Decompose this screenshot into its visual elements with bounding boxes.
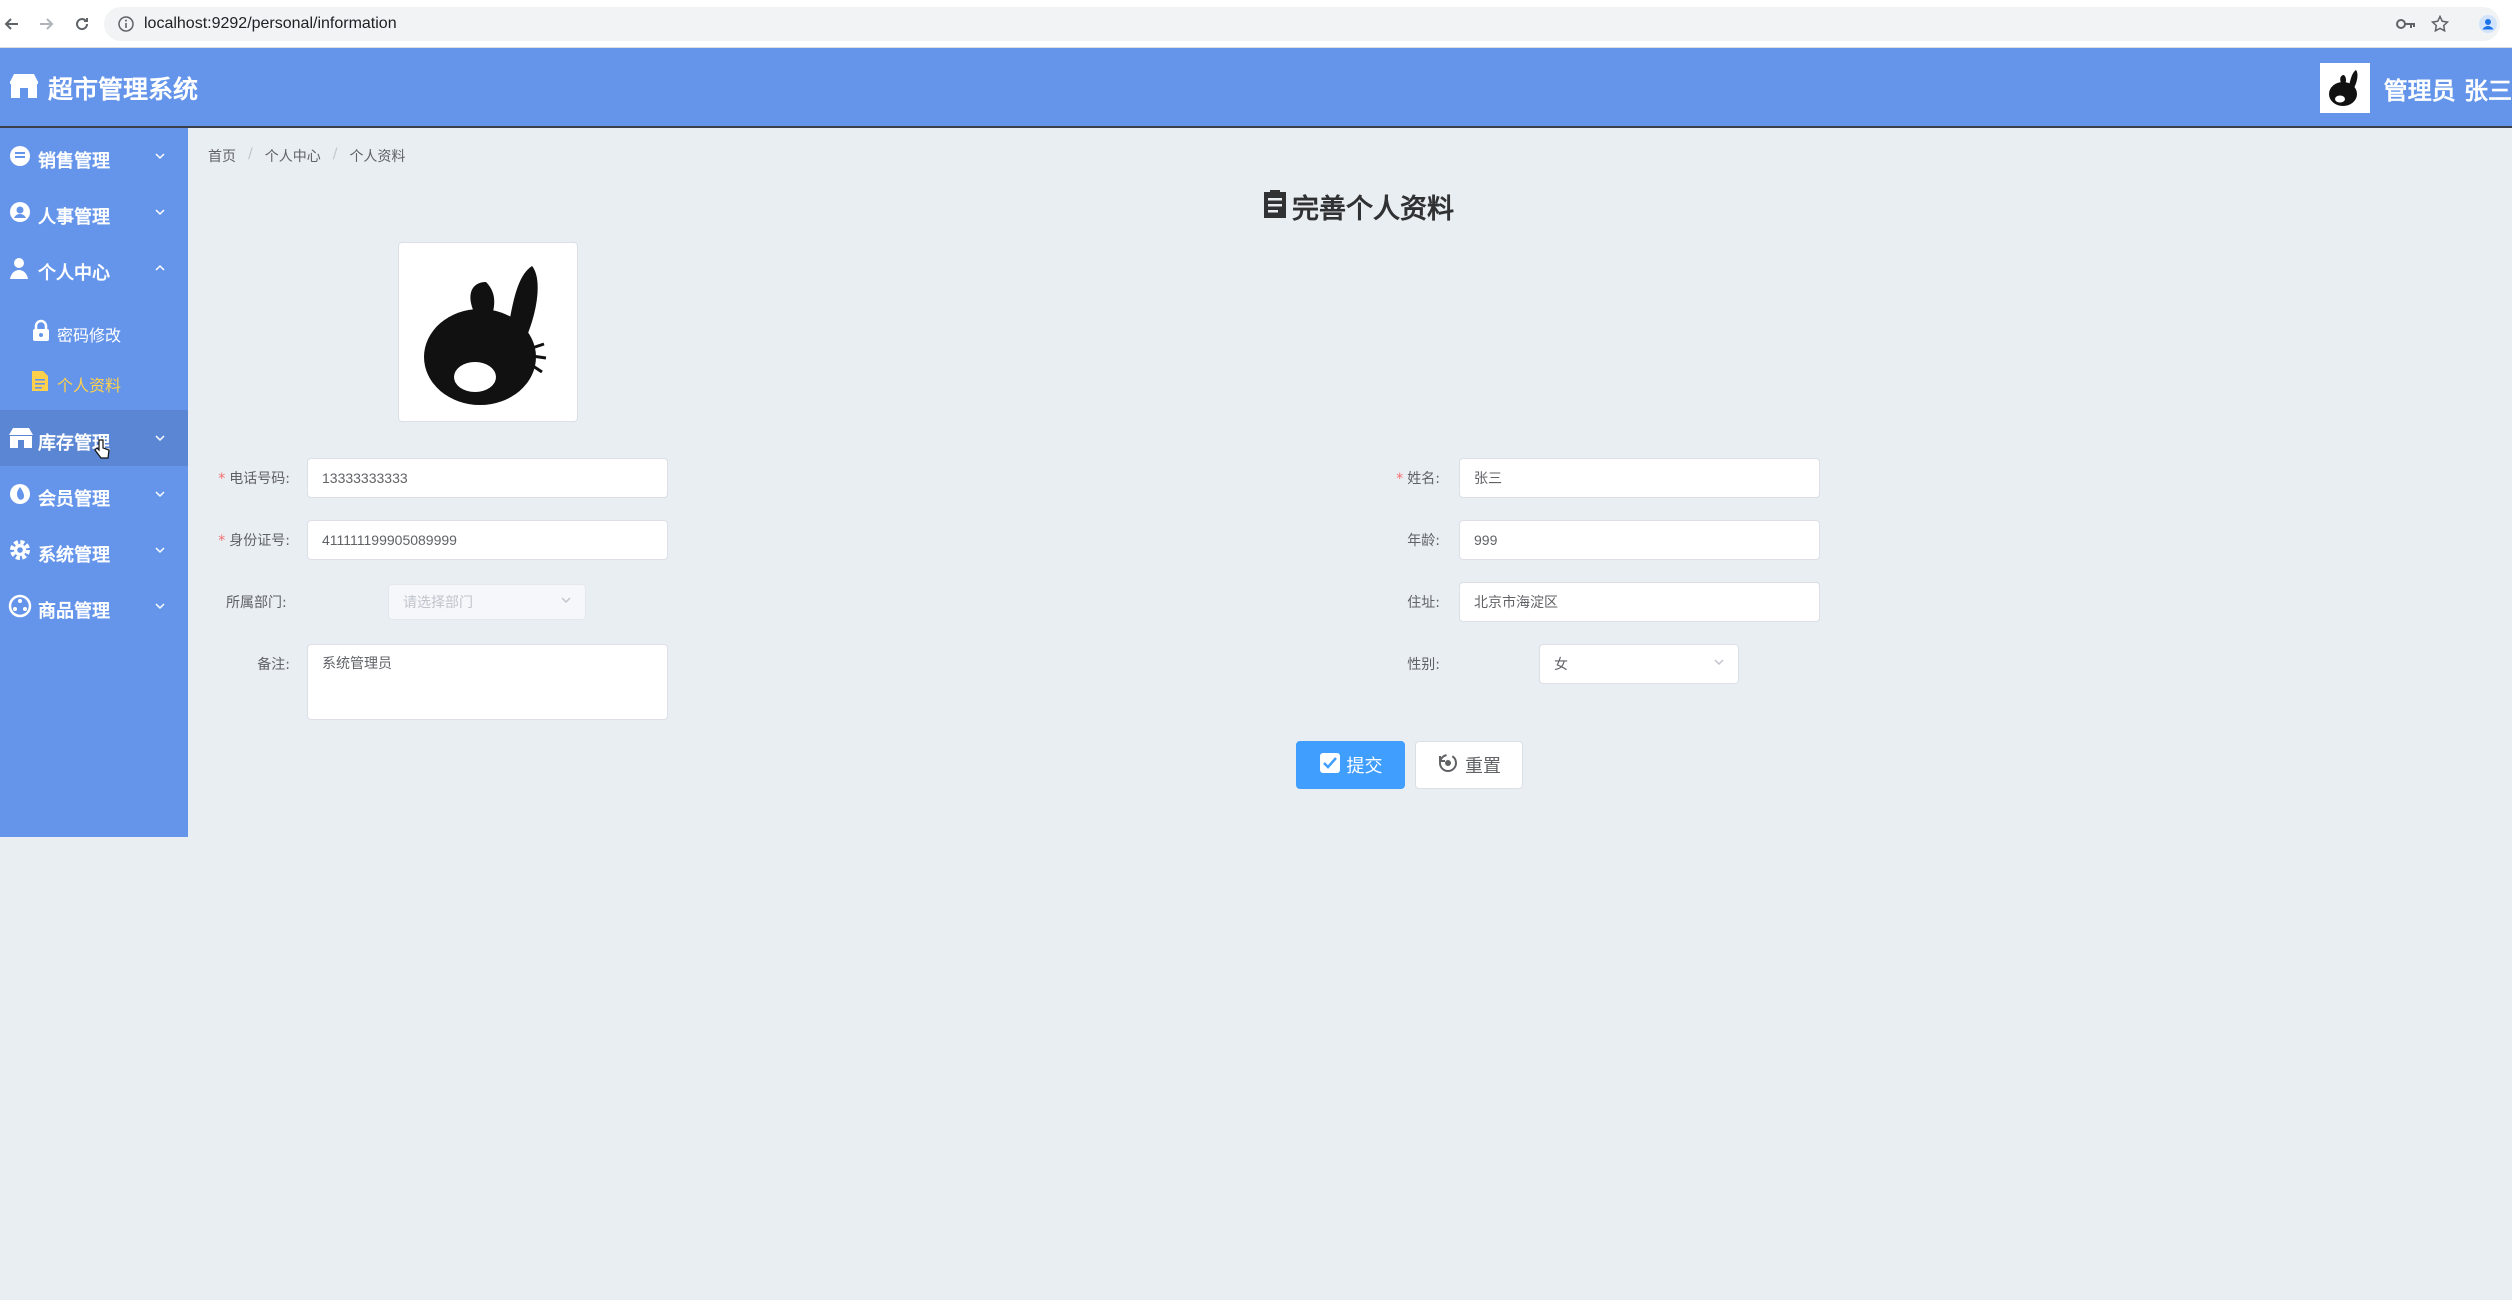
department-placeholder: 请选择部门 [403,595,473,611]
avatar[interactable] [2319,63,2370,113]
breadcrumb-current: 个人资料 [349,149,406,165]
forward-icon[interactable] [34,12,58,36]
sidebar-item-label: 会员管理 [38,489,110,510]
breadcrumb-separator: / [332,146,338,162]
department-select[interactable]: 请选择部门 [388,584,586,620]
id-card-label: * 身份证号: [218,533,290,549]
age-label: 年龄: [1407,533,1440,549]
reset-label: 重置 [1465,756,1501,777]
required-mark: * [1396,471,1404,487]
document-icon [1262,188,1288,224]
breadcrumb-separator: / [248,146,253,162]
app-header: 超市管理系统 管理员 张三 [0,48,2512,128]
store-icon [8,72,40,104]
sidebar-item-profile[interactable]: 个人资料 [0,356,188,406]
goods-icon [8,594,34,620]
age-input[interactable]: 999 [1459,520,1820,560]
sidebar-item-inventory[interactable]: 库存管理 [0,410,188,466]
profile-icon[interactable] [2476,12,2500,36]
avatar-image [424,266,547,405]
browser-toolbar: localhost:9292/personal/information [0,0,2512,48]
submenu-personal-center: 密码修改 个人资料 [0,306,188,408]
phone-label: * 电话号码: [218,471,290,487]
address-input[interactable]: 北京市海淀区 [1459,582,1820,622]
chevron-down-icon [153,598,167,612]
sidebar-item-label: 系统管理 [38,545,110,566]
name-input[interactable]: 张三 [1459,458,1820,498]
user-menu[interactable]: 管理员 张三 [2319,62,2512,114]
user-icon [8,256,34,282]
reload-icon[interactable] [70,12,94,36]
chevron-down-icon [1712,655,1726,673]
chevron-down-icon [153,148,167,162]
sidebar-item-personnel[interactable]: 人事管理 [0,184,188,240]
address-bar[interactable]: localhost:9292/personal/information [104,7,2500,41]
gender-value: 女 [1554,657,1568,673]
cursor-hand-icon [93,438,111,464]
reset-icon [1437,752,1459,779]
sidebar: 销售管理 人事管理 个人中心 密码修改 个人资料 库存管理 会员管理 系统管理 … [0,128,188,837]
sidebar-item-sales[interactable]: 销售管理 [0,128,188,184]
chevron-down-icon [559,593,573,611]
remark-label: 备注: [257,657,290,673]
brand[interactable]: 超市管理系统 [8,68,198,108]
sidebar-item-label: 人事管理 [38,207,110,228]
password-key-icon[interactable] [2394,12,2418,36]
gender-label: 性别: [1407,657,1440,673]
chevron-down-icon [153,430,167,444]
submit-button[interactable]: 提交 [1296,741,1405,789]
sidebar-item-password[interactable]: 密码修改 [0,306,188,356]
required-mark: * [218,471,226,487]
remark-textarea[interactable]: 系统管理员 [307,644,668,720]
document-icon [30,369,52,393]
bookmark-star-icon[interactable] [2428,12,2452,36]
avatar-uploader[interactable] [398,242,578,422]
required-mark: * [218,533,226,549]
chevron-down-icon [153,542,167,556]
gender-select[interactable]: 女 [1539,644,1739,684]
lock-icon [30,319,52,343]
breadcrumb: 首页 / 个人中心 / 个人资料 [208,146,405,166]
chevron-down-icon [153,204,167,218]
sales-icon [8,144,34,170]
sidebar-item-members[interactable]: 会员管理 [0,466,188,522]
sidebar-item-label: 商品管理 [38,601,110,622]
sidebar-item-label: 销售管理 [38,151,110,172]
site-info-icon[interactable] [118,16,134,36]
address-label: 住址: [1407,595,1440,611]
app-title: 超市管理系统 [48,75,199,104]
member-icon [8,482,34,508]
phone-input[interactable]: 13333333333 [307,458,668,498]
personnel-icon [8,200,34,226]
reset-button[interactable]: 重置 [1415,741,1523,789]
sidebar-item-label: 个人中心 [38,263,110,284]
sidebar-item-system[interactable]: 系统管理 [0,522,188,578]
name-label: * 姓名: [1396,471,1440,487]
chevron-down-icon [153,486,167,500]
chevron-up-icon [153,260,167,274]
sidebar-item-label: 密码修改 [57,326,122,345]
user-name: 管理员 张三 [2383,76,2512,105]
back-icon[interactable] [0,12,24,36]
department-label: 所属部门: [226,595,287,611]
id-card-input[interactable]: 411111199905089999 [307,520,668,560]
breadcrumb-home[interactable]: 首页 [208,146,236,166]
url-text: localhost:9292/personal/information [144,15,397,32]
page-title: 完善个人资料 [1262,186,1454,226]
submit-label: 提交 [1346,756,1383,777]
gear-icon [8,538,34,564]
sidebar-item-label: 个人资料 [57,376,122,395]
sidebar-item-goods[interactable]: 商品管理 [0,578,188,634]
warehouse-icon [8,426,34,452]
sidebar-item-personal-center[interactable]: 个人中心 [0,240,188,296]
breadcrumb-personal-center[interactable]: 个人中心 [265,146,321,166]
page-title-text: 完善个人资料 [1292,193,1454,225]
checkbox-icon [1319,752,1341,779]
